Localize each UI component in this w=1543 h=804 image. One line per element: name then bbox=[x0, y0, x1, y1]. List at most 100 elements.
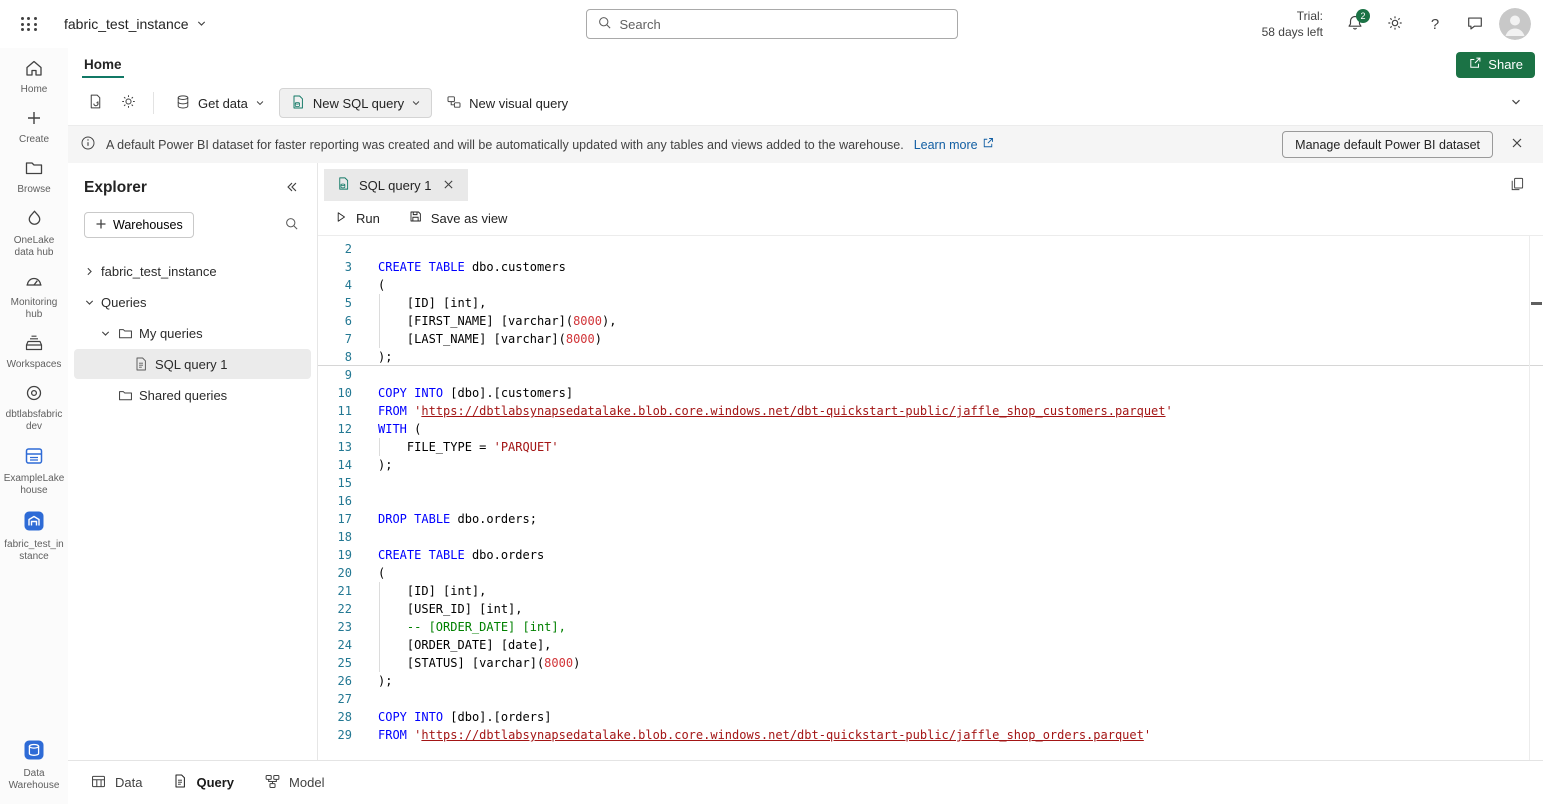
line-number: 2 bbox=[318, 240, 352, 258]
code-line-23[interactable]: 23 -- [ORDER_DATE] [int], bbox=[318, 618, 1543, 636]
code-line-19[interactable]: 19CREATE TABLE dbo.orders bbox=[318, 546, 1543, 564]
line-number: 7 bbox=[318, 330, 352, 348]
tree-item-my-queries[interactable]: My queries bbox=[74, 318, 311, 348]
code-line-5[interactable]: 5 [ID] [int], bbox=[318, 294, 1543, 312]
share-button[interactable]: Share bbox=[1456, 52, 1535, 78]
code-line-12[interactable]: 12WITH ( bbox=[318, 420, 1543, 438]
rail-item-monitoring-hub[interactable]: Monitoring hub bbox=[2, 265, 66, 327]
code-line-2[interactable]: 2 bbox=[318, 240, 1543, 258]
collapse-explorer-button[interactable] bbox=[279, 175, 305, 201]
manage-dataset-button[interactable]: Manage default Power BI dataset bbox=[1282, 131, 1493, 158]
code-line-20[interactable]: 20( bbox=[318, 564, 1543, 582]
code-line-4[interactable]: 4( bbox=[318, 276, 1543, 294]
collapse-ribbon-button[interactable] bbox=[1501, 88, 1531, 118]
get-data-button[interactable]: Get data bbox=[164, 88, 276, 118]
top-header: fabric_test_instance Search Trial: 58 da… bbox=[0, 0, 1543, 48]
query-tab[interactable]: SQL query 1 bbox=[324, 169, 468, 201]
editor-scrollbar[interactable] bbox=[1529, 236, 1543, 760]
code-line-27[interactable]: 27 bbox=[318, 690, 1543, 708]
code-line-11[interactable]: 11FROM 'https://dbtlabsynapsedatalake.bl… bbox=[318, 402, 1543, 420]
add-warehouses-button[interactable]: Warehouses bbox=[84, 212, 194, 238]
close-tab-button[interactable] bbox=[440, 176, 458, 194]
code-line-8[interactable]: 8); bbox=[318, 348, 1543, 366]
banner-close-button[interactable] bbox=[1503, 131, 1531, 159]
rail-item-home[interactable]: Home bbox=[2, 52, 66, 102]
code-line-10[interactable]: 10COPY INTO [dbo].[customers] bbox=[318, 384, 1543, 402]
table-icon bbox=[90, 773, 107, 793]
code-line-9[interactable]: 9 bbox=[318, 366, 1543, 384]
copy-query-button[interactable] bbox=[1503, 171, 1531, 199]
learn-more-link[interactable]: Learn more bbox=[914, 137, 994, 152]
sql-code-editor[interactable]: 23CREATE TABLE dbo.customers4(5 [ID] [in… bbox=[318, 236, 1543, 760]
line-number: 3 bbox=[318, 258, 352, 276]
app-launcher-button[interactable] bbox=[12, 7, 46, 41]
rail-item-label: Browse bbox=[17, 184, 50, 196]
rail-item-onelake-data-hub[interactable]: OneLake data hub bbox=[2, 202, 66, 265]
rail-item-workspaces[interactable]: Workspaces bbox=[2, 327, 66, 377]
new-report-button[interactable] bbox=[80, 88, 110, 118]
indent-guide bbox=[379, 600, 380, 618]
toolbar-separator bbox=[153, 92, 154, 114]
code-line-13[interactable]: 13 FILE_TYPE = 'PARQUET' bbox=[318, 438, 1543, 456]
indent-guide bbox=[379, 654, 380, 672]
chevron-down-icon[interactable] bbox=[96, 328, 114, 339]
code-line-22[interactable]: 22 [USER_ID] [int], bbox=[318, 600, 1543, 618]
code-text: [LAST_NAME] [varchar](8000) bbox=[352, 330, 1543, 348]
view-tab-model[interactable]: Model bbox=[254, 767, 334, 799]
rail-item-fabric-test-instance[interactable]: fabric_test_instance bbox=[2, 503, 66, 569]
code-text bbox=[352, 528, 1543, 546]
run-button[interactable]: Run bbox=[334, 210, 380, 227]
notifications-button[interactable]: 2 bbox=[1339, 8, 1371, 40]
new-sql-query-button[interactable]: New SQL query bbox=[279, 88, 432, 118]
code-line-14[interactable]: 14); bbox=[318, 456, 1543, 474]
code-line-3[interactable]: 3CREATE TABLE dbo.customers bbox=[318, 258, 1543, 276]
code-line-17[interactable]: 17DROP TABLE dbo.orders; bbox=[318, 510, 1543, 528]
account-avatar[interactable] bbox=[1499, 8, 1531, 40]
explorer-search-button[interactable] bbox=[277, 211, 305, 239]
settings-button[interactable] bbox=[1379, 8, 1411, 40]
feedback-button[interactable] bbox=[1459, 8, 1491, 40]
code-line-21[interactable]: 21 [ID] [int], bbox=[318, 582, 1543, 600]
waffle-icon bbox=[21, 17, 38, 31]
tree-item-queries[interactable]: Queries bbox=[74, 287, 311, 317]
tree-item-label: SQL query 1 bbox=[152, 357, 228, 372]
code-line-15[interactable]: 15 bbox=[318, 474, 1543, 492]
code-line-29[interactable]: 29FROM 'https://dbtlabsynapsedatalake.bl… bbox=[318, 726, 1543, 744]
search-box[interactable]: Search bbox=[586, 9, 958, 39]
view-tab-query[interactable]: Query bbox=[162, 767, 244, 798]
line-number: 28 bbox=[318, 708, 352, 726]
warehouse-icon bbox=[22, 509, 46, 536]
code-line-16[interactable]: 16 bbox=[318, 492, 1543, 510]
tab-home[interactable]: Home bbox=[82, 52, 124, 78]
tree-item-sql-query-1[interactable]: SQL query 1 bbox=[74, 349, 311, 379]
rail-item-create[interactable]: Create bbox=[2, 102, 66, 152]
rail-item-label: ExampleLakehouse bbox=[3, 473, 65, 497]
code-text bbox=[352, 474, 1543, 492]
lakehouse-icon bbox=[23, 445, 45, 470]
tree-item-fabric-test-instance[interactable]: fabric_test_instance bbox=[74, 256, 311, 286]
editor-settings-button[interactable] bbox=[113, 88, 143, 118]
rail-bottom-item: Data Warehouse bbox=[2, 732, 66, 798]
chevron-right-icon[interactable] bbox=[80, 266, 98, 277]
save-as-view-button[interactable]: Save as view bbox=[408, 209, 508, 227]
new-visual-query-button[interactable]: New visual query bbox=[435, 88, 579, 118]
rail-item-examplelakehouse[interactable]: ExampleLakehouse bbox=[2, 439, 66, 503]
help-button[interactable]: ? bbox=[1419, 8, 1451, 40]
tree-item-shared-queries[interactable]: Shared queries bbox=[74, 380, 311, 410]
code-line-28[interactable]: 28COPY INTO [dbo].[orders] bbox=[318, 708, 1543, 726]
rail-item-dbtlabsfabricdev[interactable]: dbtlabsfabricdev bbox=[2, 377, 66, 439]
code-line-18[interactable]: 18 bbox=[318, 528, 1543, 546]
code-line-24[interactable]: 24 [ORDER_DATE] [date], bbox=[318, 636, 1543, 654]
rail-items: HomeCreate Browse OneLake data hub Monitori… bbox=[2, 52, 66, 569]
workspace-switcher[interactable]: fabric_test_instance bbox=[58, 12, 213, 36]
rail-item-data-warehouse[interactable]: Data Warehouse bbox=[2, 732, 66, 798]
chevron-down-icon[interactable] bbox=[80, 297, 98, 308]
code-line-26[interactable]: 26); bbox=[318, 672, 1543, 690]
code-line-7[interactable]: 7 [LAST_NAME] [varchar](8000) bbox=[318, 330, 1543, 348]
code-line-6[interactable]: 6 [FIRST_NAME] [varchar](8000), bbox=[318, 312, 1543, 330]
code-line-25[interactable]: 25 [STATUS] [varchar](8000) bbox=[318, 654, 1543, 672]
rail-item-browse[interactable]: Browse bbox=[2, 152, 66, 202]
rail-item-label: OneLake data hub bbox=[3, 235, 65, 259]
view-tab-data[interactable]: Data bbox=[80, 767, 152, 799]
code-text: ( bbox=[352, 276, 1543, 294]
